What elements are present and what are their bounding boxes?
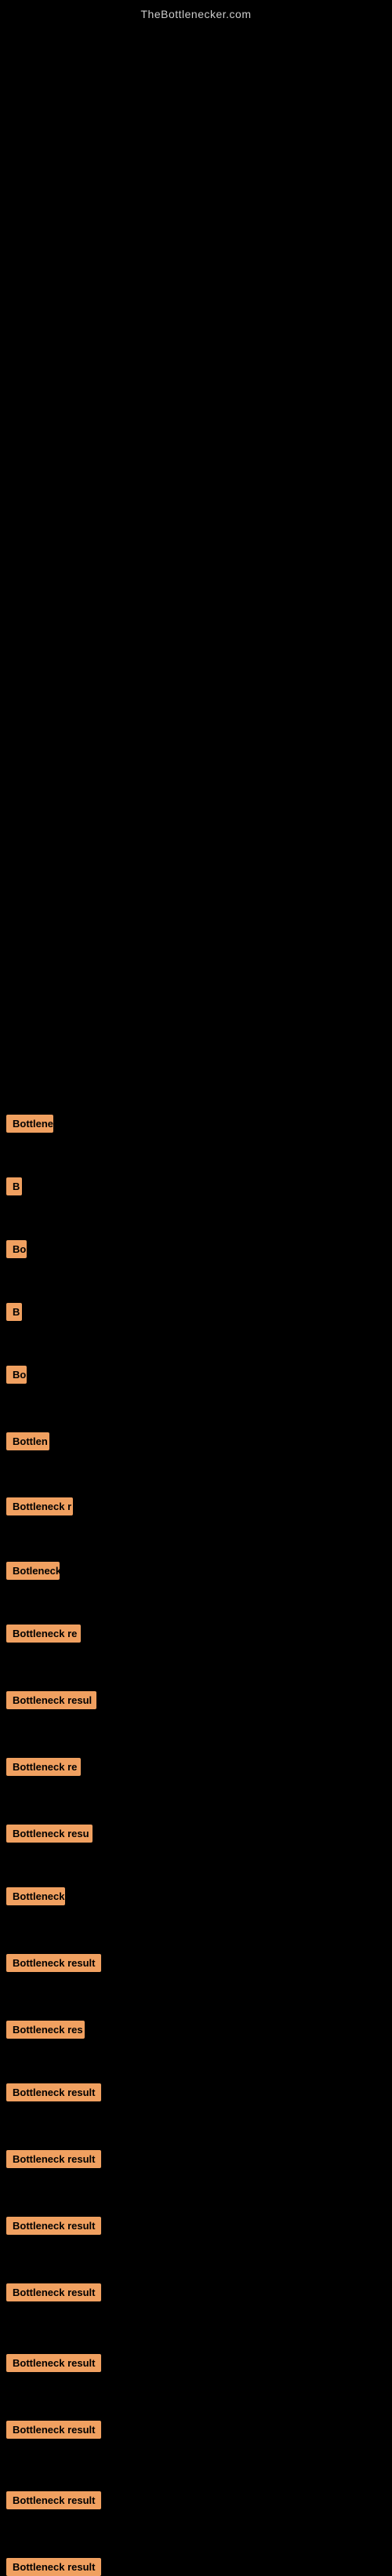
bottleneck-row: B: [3, 1177, 22, 1195]
bottleneck-result-label: Bottleneck resul: [6, 1691, 96, 1709]
bottleneck-result-label: B: [6, 1177, 22, 1195]
main-content: Bottleneck result B Bo B Bo Bottlen Bottleneck…: [0, 24, 392, 2534]
bottleneck-result-label: Bottleneck result: [6, 2354, 101, 2372]
bottleneck-result-label: Bottleneck result: [6, 2283, 101, 2301]
bottleneck-row: Bottleneck: [3, 1887, 65, 1905]
bottleneck-result-label: Bottleneck resu: [6, 1825, 93, 1843]
bottleneck-result-label: Bottleneck result: [6, 1115, 53, 1133]
bottleneck-result-label: Bottleneck result: [6, 2421, 101, 2439]
bottleneck-result-label: Bottlen: [6, 1432, 49, 1450]
bottleneck-row: Bottleneck result: [3, 2150, 101, 2168]
site-header: TheBottlenecker.com: [0, 0, 392, 24]
bottleneck-row: Bo: [3, 1240, 27, 1258]
bottleneck-result-label: Bo: [6, 1240, 27, 1258]
bottleneck-result-label: Bottleneck: [6, 1887, 65, 1905]
bottleneck-row: Bottleneck result: [3, 2283, 101, 2301]
bottleneck-row: Bottleneck result: [3, 2354, 101, 2372]
bottleneck-row: Bottleneck re: [3, 1758, 81, 1776]
bottleneck-result-label: Bottleneck result: [6, 2083, 101, 2101]
bottleneck-row: Bottleneck result: [3, 2558, 101, 2576]
bottleneck-row: Bottleneck result: [3, 1115, 53, 1133]
bottleneck-result-label: Bottleneck re: [6, 1758, 81, 1776]
bottleneck-result-label: Botleneck: [6, 1562, 60, 1580]
bottleneck-row: Bottleneck resu: [3, 1825, 93, 1843]
bottleneck-row: Bottleneck result: [3, 1954, 101, 1972]
bottleneck-row: Bottleneck resul: [3, 1691, 96, 1709]
bottleneck-result-label: Bottleneck result: [6, 2491, 101, 2509]
bottleneck-result-label: Bottleneck result: [6, 2150, 101, 2168]
bottleneck-row: Bo: [3, 1366, 27, 1384]
bottleneck-result-label: Bottleneck result: [6, 1954, 101, 1972]
bottleneck-result-label: Bottleneck re: [6, 1625, 81, 1643]
bottleneck-row: Bottlen: [3, 1432, 49, 1450]
bottleneck-row: Bottleneck r: [3, 1497, 73, 1515]
bottleneck-row: Bottleneck re: [3, 1625, 81, 1643]
bottleneck-result-label: Bottleneck result: [6, 2558, 101, 2576]
bottleneck-row: Bottleneck result: [3, 2491, 101, 2509]
bottleneck-result-label: Bottleneck result: [6, 2217, 101, 2235]
bottleneck-row: Bottleneck result: [3, 2421, 101, 2439]
site-title: TheBottlenecker.com: [0, 0, 392, 24]
bottleneck-result-label: Bo: [6, 1366, 27, 1384]
bottleneck-row: Bottleneck result: [3, 2217, 101, 2235]
bottleneck-result-label: B: [6, 1303, 22, 1321]
bottleneck-row: Bottleneck res: [3, 2021, 85, 2039]
bottleneck-result-label: Bottleneck r: [6, 1497, 73, 1515]
bottleneck-row: Botleneck: [3, 1562, 60, 1580]
bottleneck-row: B: [3, 1303, 22, 1321]
bottleneck-result-label: Bottleneck res: [6, 2021, 85, 2039]
bottleneck-row: Bottleneck result: [3, 2083, 101, 2101]
